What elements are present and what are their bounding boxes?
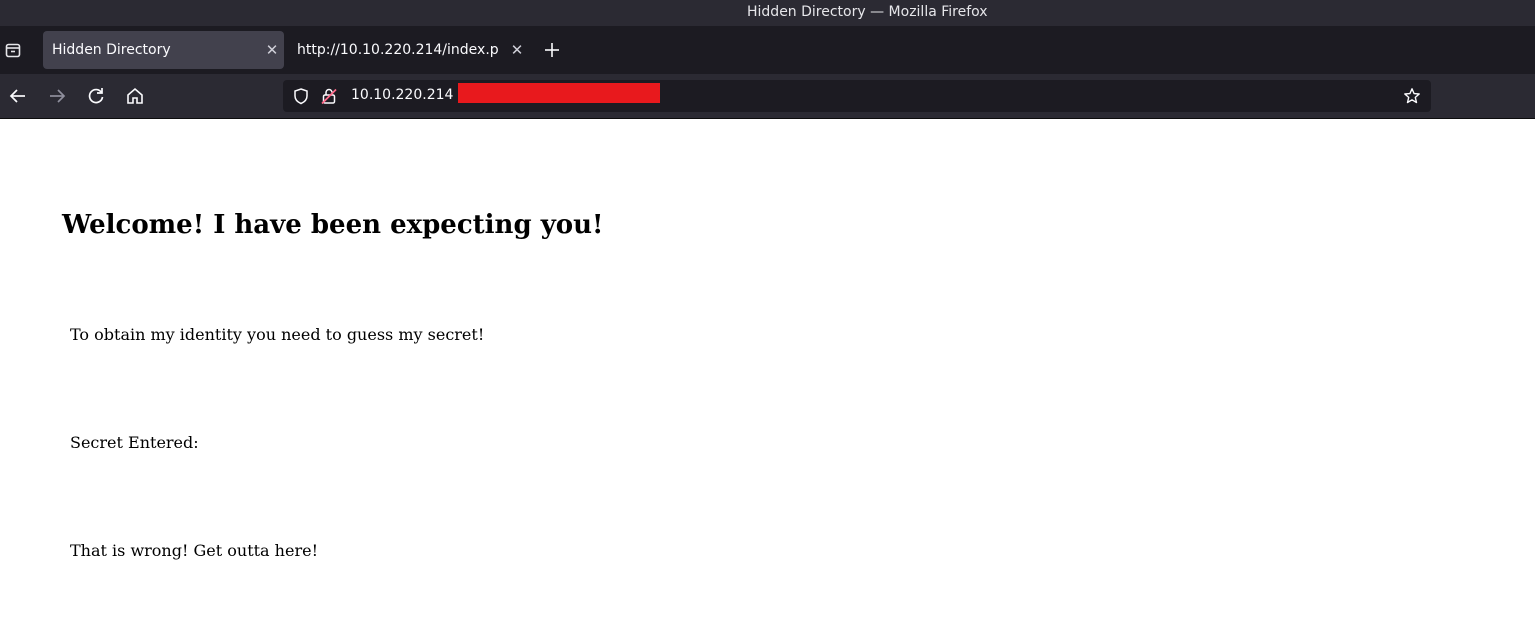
plus-icon[interactable] — [541, 39, 563, 61]
tab-list-icon[interactable] — [4, 41, 22, 59]
forward-arrow-icon[interactable] — [46, 85, 68, 107]
reload-icon[interactable] — [85, 85, 107, 107]
tab-label: http://10.10.220.214/index.p — [297, 42, 499, 58]
url-text[interactable]: 10.10.220.214 — [351, 87, 453, 103]
insecure-lock-icon[interactable] — [320, 87, 338, 105]
tab-hidden-directory[interactable]: Hidden Directory ✕ — [43, 31, 284, 69]
close-icon[interactable]: ✕ — [260, 41, 284, 59]
star-icon[interactable] — [1403, 87, 1421, 105]
navigation-toolbar: 10.10.220.214 — [0, 74, 1535, 119]
instruction-text: To obtain my identity you need to guess … — [70, 325, 485, 344]
home-icon[interactable] — [124, 85, 146, 107]
redaction-box — [458, 83, 660, 103]
back-arrow-icon[interactable] — [7, 85, 29, 107]
secret-entered-label: Secret Entered: — [70, 433, 199, 452]
result-message: That is wrong! Get outta here! — [70, 541, 318, 560]
tab-index-page[interactable]: http://10.10.220.214/index.p ✕ — [289, 31, 529, 69]
page-heading: Welcome! I have been expecting you! — [62, 210, 604, 240]
tab-label: Hidden Directory — [52, 42, 171, 58]
tab-bar: Hidden Directory ✕ http://10.10.220.214/… — [0, 26, 1535, 74]
window-title: Hidden Directory — Mozilla Firefox — [747, 4, 988, 20]
close-icon[interactable]: ✕ — [505, 41, 529, 59]
shield-icon[interactable] — [292, 87, 310, 105]
window-titlebar: Hidden Directory — Mozilla Firefox — [0, 0, 1535, 26]
page-content: Welcome! I have been expecting you! To o… — [0, 119, 1535, 641]
address-bar[interactable]: 10.10.220.214 — [283, 80, 1431, 112]
